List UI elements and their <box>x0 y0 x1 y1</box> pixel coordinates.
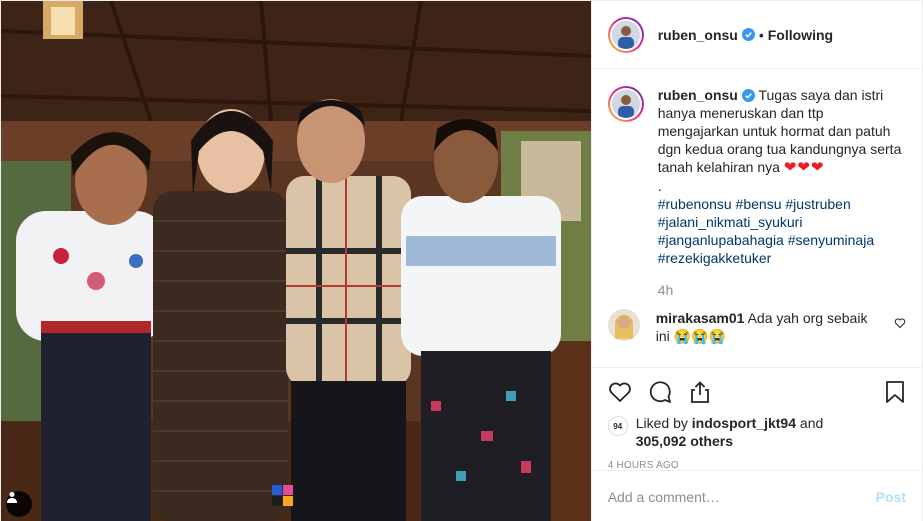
post-header: ruben_onsu • Following <box>591 1 922 69</box>
comment-body: mirakasam01 Ada yah org sebaik ini 😭😭😭 <box>656 309 876 345</box>
caption: ruben_onsu Tugas saya dan istri hanya me… <box>607 86 906 299</box>
hashtag-link[interactable]: #janganlupabahagia #senyuminaja <box>658 231 906 249</box>
comment-username[interactable]: mirakasam01 <box>656 310 745 326</box>
post-side-panel: ruben_onsu • Following ruben_onsu Tugas … <box>590 1 922 521</box>
header-username[interactable]: ruben_onsu <box>658 27 738 43</box>
heart-icon <box>608 382 631 402</box>
avatar[interactable] <box>607 16 644 53</box>
header-separator: • <box>758 26 764 43</box>
likes-and: and <box>799 415 824 431</box>
watermark-logo <box>272 485 293 506</box>
share-icon <box>690 381 709 403</box>
post-comment-button[interactable]: Post <box>876 489 906 505</box>
share-button[interactable] <box>688 372 728 412</box>
post-photo[interactable] <box>1 1 591 521</box>
caption-age[interactable]: 4h <box>658 281 906 299</box>
liker-avatar[interactable]: 94 <box>607 416 628 436</box>
user-tag-icon[interactable] <box>6 491 32 517</box>
likes-others-link[interactable]: 305,092 others <box>636 433 733 449</box>
person-icon <box>7 492 17 503</box>
hashtag-link[interactable]: #jalani_nikmati_syukuri <box>658 213 906 231</box>
comment-item: mirakasam01 Ada yah org sebaik ini 😭😭😭 <box>607 309 906 345</box>
likes-prefix: Liked by <box>635 415 688 431</box>
save-button[interactable] <box>866 372 906 412</box>
verified-badge-icon <box>741 28 755 41</box>
avatar-image <box>607 309 640 341</box>
hashtag-list: #rubenonsu #bensu #justruben #jalani_nik… <box>658 195 906 267</box>
post-actions: 94 Liked by indosport_jkt94 and 305,092 … <box>591 367 922 471</box>
comment-emoji: 😭😭😭 <box>673 328 726 344</box>
comment-button[interactable] <box>648 372 688 412</box>
hashtag-link[interactable]: #rubenonsu #bensu #justruben <box>658 195 906 213</box>
caption-dot: . <box>657 178 662 194</box>
caption-hearts: ❤❤❤ <box>783 159 825 176</box>
photo-illustration <box>1 1 591 521</box>
caption-body: ruben_onsu Tugas saya dan istri hanya me… <box>658 86 906 299</box>
comment-like-heart-icon[interactable] <box>894 317 906 329</box>
comment-icon <box>649 381 671 403</box>
likes-text: Liked by indosport_jkt94 and 305,092 oth… <box>636 414 824 450</box>
like-button[interactable] <box>608 372 648 412</box>
likes-summary: 94 Liked by indosport_jkt94 and 305,092 … <box>607 414 906 450</box>
avatar-image <box>611 20 640 49</box>
caption-username[interactable]: ruben_onsu <box>658 87 738 103</box>
bookmark-icon <box>886 381 904 403</box>
hashtag-link[interactable]: #rezekigakketuker <box>658 249 906 267</box>
comments-list: ruben_onsu Tugas saya dan istri hanya me… <box>592 70 922 366</box>
verified-badge-icon <box>741 89 755 102</box>
first-liker-link[interactable]: indosport_jkt94 <box>692 415 796 431</box>
following-button[interactable]: Following <box>768 27 833 43</box>
action-icons <box>608 372 906 412</box>
avatar-image <box>611 90 640 118</box>
comment-input[interactable] <box>607 488 876 505</box>
instagram-post-modal: ruben_onsu • Following ruben_onsu Tugas … <box>0 0 923 521</box>
comment-composer: Post <box>591 470 922 521</box>
comment-avatar[interactable] <box>607 309 640 341</box>
caption-avatar[interactable] <box>607 86 644 122</box>
